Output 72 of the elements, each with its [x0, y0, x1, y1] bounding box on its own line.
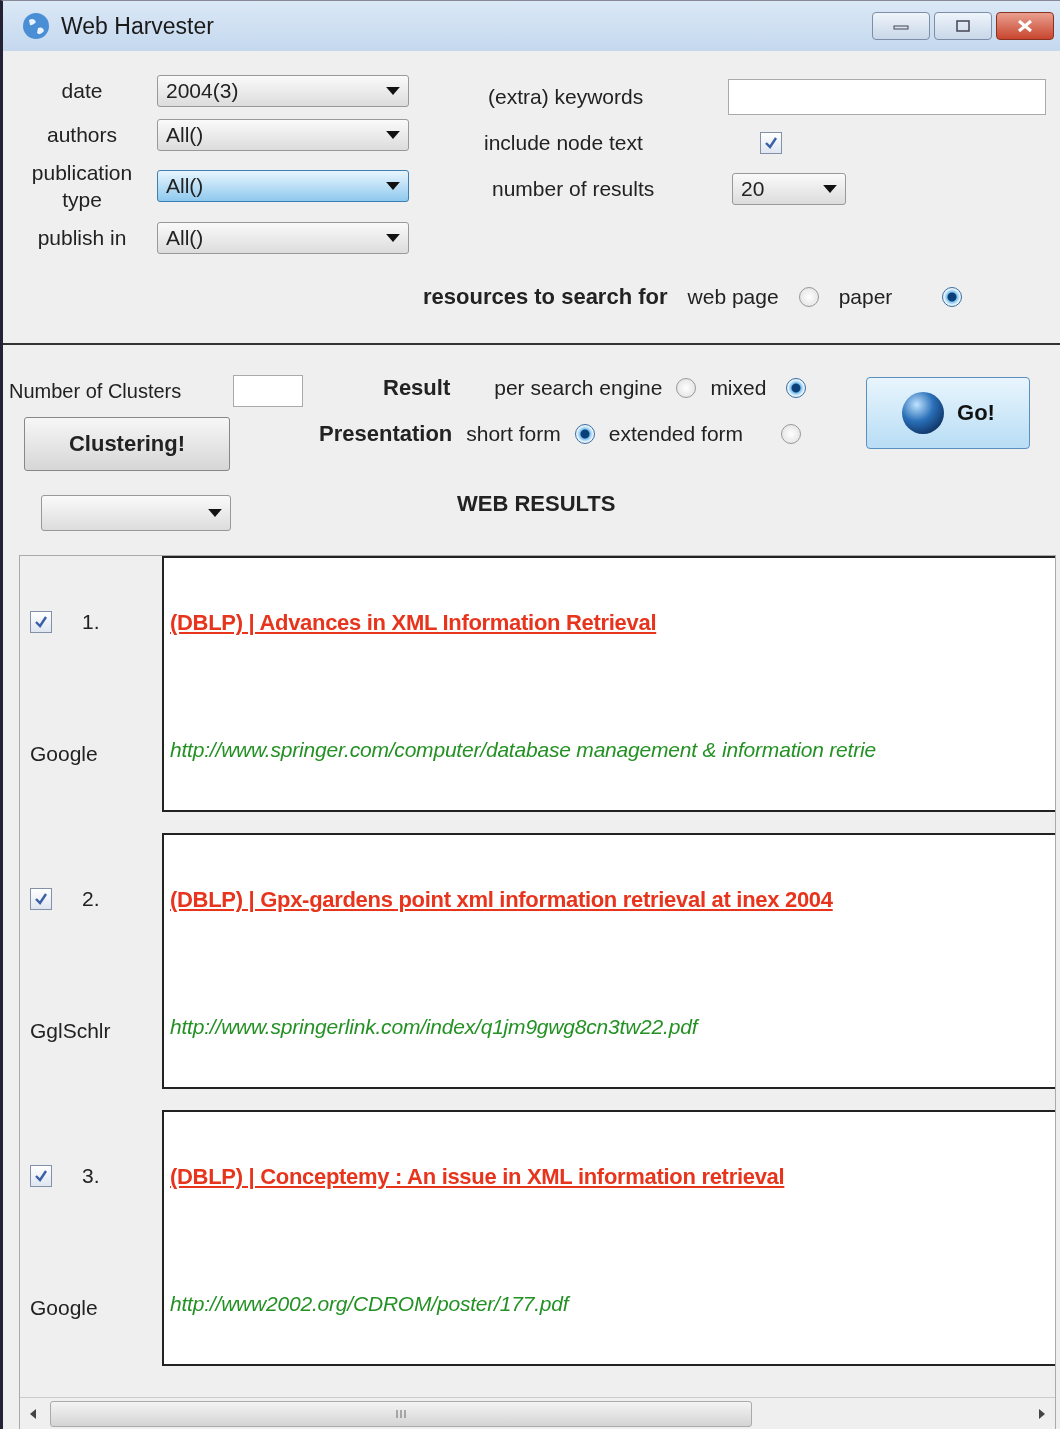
checkbox[interactable]: [30, 1165, 52, 1187]
result-source: GglSchlr: [30, 1019, 112, 1043]
filter-label: publication type: [30, 160, 134, 214]
scrollbar-thumb[interactable]: [50, 1401, 752, 1427]
checkbox[interactable]: [30, 888, 52, 910]
caret-icon: [386, 131, 400, 139]
scroll-right-icon[interactable]: [1037, 1408, 1047, 1420]
results-heading: WEB RESULTS: [457, 491, 617, 517]
cluster-dropdown[interactable]: [41, 495, 231, 531]
window-title: Web Harvester: [61, 12, 214, 40]
radio-button[interactable]: [942, 287, 963, 307]
dropdown[interactable]: All(): [157, 221, 409, 254]
dropdown[interactable]: All(): [157, 119, 409, 151]
result-number: 1.: [82, 610, 100, 634]
radio-button[interactable]: [781, 424, 802, 444]
option-label: per search engine: [494, 376, 663, 400]
result-number: 3.: [82, 1164, 100, 1188]
number-of-results-dropdown[interactable]: 20: [732, 173, 846, 205]
caret-icon: [823, 185, 837, 193]
result-title-link[interactable]: (DBLP) | Gpx-gardens point xml information retrieval at inex 2004: [170, 887, 1055, 913]
close-icon: [1015, 19, 1035, 33]
go-button[interactable]: Go!: [866, 377, 1030, 449]
caret-icon: [208, 509, 222, 517]
option-label: web page: [687, 285, 779, 309]
globe-icon: [901, 391, 946, 435]
radio-button[interactable]: [798, 287, 819, 307]
checkmark-icon: [764, 136, 778, 150]
result-number: 2.: [82, 887, 100, 911]
result-url: http://www2002.org/CDROM/poster/177.pdf: [170, 1292, 572, 1316]
maximize-icon: [953, 19, 973, 33]
result-url: http://www.springerlink.com/index/q1jm9gwg8cn3tw22.pdf: [170, 1015, 701, 1039]
minimize-button[interactable]: [872, 12, 930, 40]
close-button[interactable]: [996, 12, 1054, 40]
clusters-field[interactable]: [233, 375, 304, 407]
checkbox[interactable]: [30, 611, 52, 633]
dropdown[interactable]: 2004(3): [157, 75, 409, 107]
option-label: short form: [466, 422, 561, 446]
caret-icon: [386, 87, 400, 95]
option-label: extended form: [608, 422, 744, 446]
caret-icon: [386, 182, 400, 191]
result-source: Google: [30, 742, 99, 766]
scroll-left-icon[interactable]: [28, 1408, 38, 1420]
checkmark-icon: [34, 892, 48, 906]
result-title-link[interactable]: (DBLP) | Conceptemy : An issue in XML information retrieval: [170, 1164, 1055, 1190]
checkmark-icon: [34, 615, 48, 629]
radio-button[interactable]: [574, 424, 595, 444]
keywords-label: (extra) keywords: [488, 85, 645, 109]
clustering-button[interactable]: Clustering!: [24, 417, 230, 471]
result-source: Google: [30, 1296, 99, 1320]
dropdown[interactable]: All(): [157, 170, 409, 203]
clusters-label: Number of Clusters: [9, 379, 182, 403]
result-title-link[interactable]: (DBLP) | Advances in XML Information Retrieval: [170, 610, 1055, 636]
presentation-label: Presentation: [319, 421, 453, 447]
checkmark-icon: [34, 1169, 48, 1183]
radio-button[interactable]: [786, 378, 807, 398]
horizontal-scrollbar[interactable]: [20, 1397, 1055, 1429]
checkbox[interactable]: [760, 132, 782, 154]
caret-icon: [386, 233, 400, 242]
result-url: http://www.springer.com/computer/database management & information retrie: [170, 738, 877, 762]
filter-label: date: [60, 78, 104, 105]
globe-icon: [21, 11, 51, 41]
include-node-text-label: include node text: [484, 131, 644, 155]
radio-button[interactable]: [676, 378, 697, 398]
result-label: Result: [383, 375, 451, 401]
number-of-results-label: number of results: [492, 177, 656, 201]
option-label: mixed: [710, 376, 767, 400]
resources-label: resources to search for: [423, 284, 668, 310]
filter-label: authors: [45, 122, 118, 149]
filter-label: publish in: [36, 224, 128, 251]
option-label: paper: [838, 285, 893, 309]
keywords-field[interactable]: [728, 79, 1046, 115]
maximize-button[interactable]: [934, 12, 992, 40]
